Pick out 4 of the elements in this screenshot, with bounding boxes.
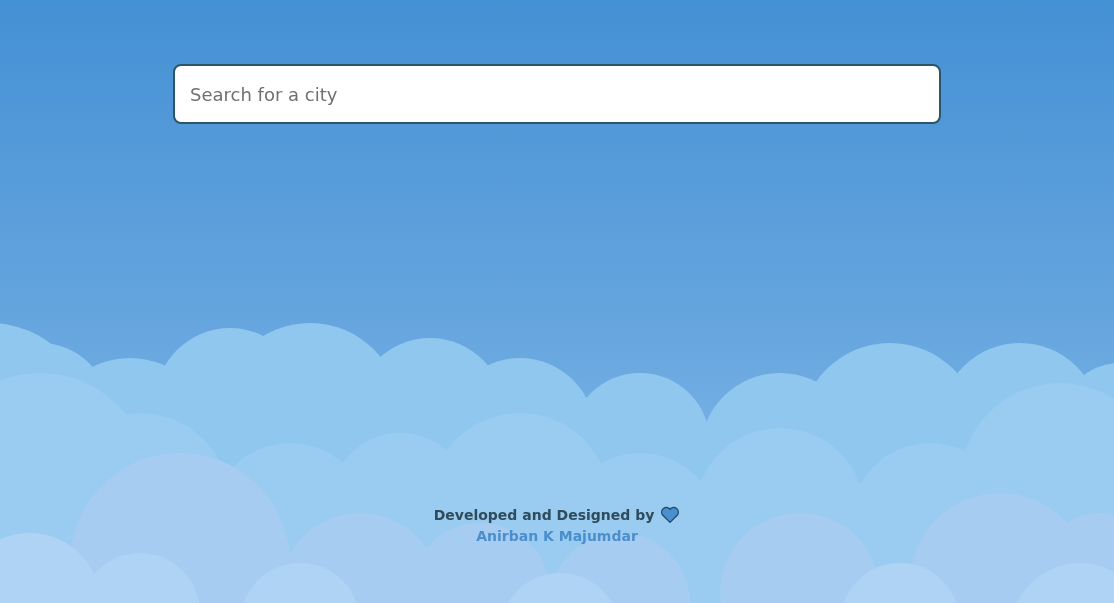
heart-icon bbox=[660, 506, 681, 524]
credit-text: Developed and Designed by bbox=[433, 507, 655, 523]
author-link[interactable]: Anirban K Majumdar bbox=[476, 528, 638, 544]
search-field[interactable]: Search for a city bbox=[173, 64, 941, 124]
